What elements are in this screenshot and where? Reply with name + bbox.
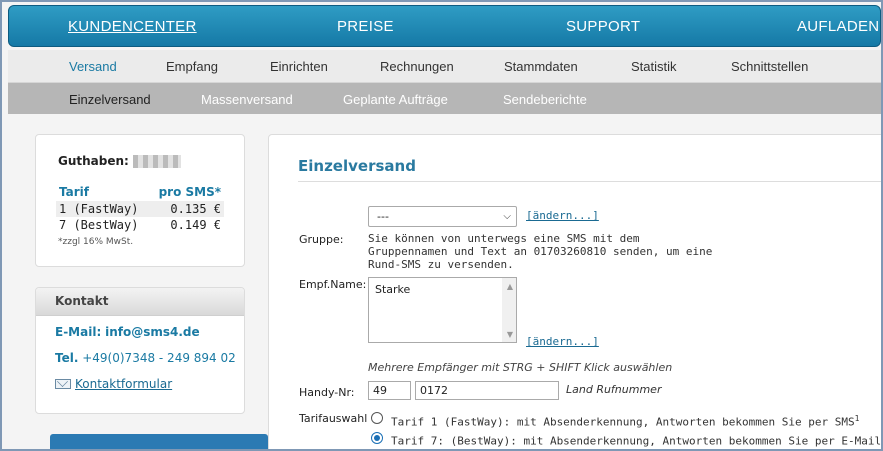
gruppe-help-text: Sie können von unterwegs eine SMS mit de… xyxy=(368,232,713,271)
guthaben-value-redacted xyxy=(133,155,181,168)
tel-number: +49(0)7348 - 249 894 02 xyxy=(82,351,236,365)
kontaktformular-link[interactable]: Kontaktformular xyxy=(75,377,172,391)
page-title: Einzelversand xyxy=(298,157,416,175)
nav-aufladen[interactable]: AUFLADEN xyxy=(797,18,879,35)
tab-einzelversand[interactable]: Einzelversand xyxy=(69,92,151,107)
einzelversand-panel: Einzelversand --- ⌵ [ändern...] Gruppe: … xyxy=(268,134,883,449)
tarif-name: 7 (BestWay) xyxy=(59,218,139,232)
subnav-schnittstellen[interactable]: Schnittstellen xyxy=(731,59,808,74)
tarif-7-radio[interactable] xyxy=(371,432,383,444)
title-divider xyxy=(298,181,881,182)
browser-frame: KUNDENCENTER PREISE SUPPORT AUFLADEN Ver… xyxy=(0,0,883,451)
kontakt-tel-line: Tel. +49(0)7348 - 249 894 02 xyxy=(55,351,236,365)
table-header-row: Tarif pro SMS* xyxy=(56,185,224,201)
scroll-down-icon[interactable]: ▼ xyxy=(507,330,513,339)
sidebar-blue-button[interactable] xyxy=(50,434,268,449)
tel-label: Tel. xyxy=(55,351,79,365)
tarif-7-text: Tarif 7: (BestWay): mit Absenderkennung,… xyxy=(391,434,883,448)
tarif-price: 0.135 € xyxy=(149,201,224,217)
handy-nr-label: Handy-Nr: xyxy=(299,386,355,399)
subnav-empfang[interactable]: Empfang xyxy=(166,59,218,74)
subnav-einrichten[interactable]: Einrichten xyxy=(270,59,328,74)
nav-preise[interactable]: PREISE xyxy=(337,18,394,35)
envelope-icon xyxy=(55,379,71,389)
subnav-rechnungen[interactable]: Rechnungen xyxy=(380,59,454,74)
kontakt-box: Kontakt E-Mail: info@sms4.de Tel. +49(0)… xyxy=(35,287,245,414)
kontakt-title: Kontakt xyxy=(55,294,109,308)
phone-number-input[interactable]: 0172 xyxy=(415,381,559,400)
subnav-statistik[interactable]: Statistik xyxy=(631,59,677,74)
nav-kundencenter[interactable]: KUNDENCENTER xyxy=(68,18,197,35)
tarif-1-radio[interactable] xyxy=(371,412,383,424)
table-row: 7 (BestWay) 0.149 € xyxy=(56,217,224,233)
gruppe-change-link[interactable]: [ändern...] xyxy=(526,209,599,222)
table-header-price: pro SMS* xyxy=(158,185,221,199)
tab-massenversand[interactable]: Massenversand xyxy=(201,92,293,107)
kontakt-email-line: E-Mail: info@sms4.de xyxy=(55,325,200,339)
tarif-1-text: Tarif 1 (FastWay): mit Absenderkennung, … xyxy=(391,414,860,429)
subnav-stammdaten[interactable]: Stammdaten xyxy=(504,59,578,74)
nav-support[interactable]: SUPPORT xyxy=(566,18,640,35)
gruppe-select-value: --- xyxy=(377,210,389,223)
land-rufnummer-hint: Land Rufnummer xyxy=(566,383,662,396)
tarifauswahl-label: Tarifauswahl xyxy=(299,412,368,425)
tarif-name: 1 (FastWay) xyxy=(56,201,150,217)
kontakt-header: Kontakt xyxy=(36,288,244,316)
top-navigation: KUNDENCENTER PREISE SUPPORT AUFLADEN xyxy=(8,5,881,47)
guthaben-box: Guthaben: Tarif pro SMS* 1 (FastWay) 0.1… xyxy=(35,134,245,267)
email-link[interactable]: info@sms4.de xyxy=(105,325,200,339)
table-row: 1 (FastWay) 0.135 € xyxy=(56,201,224,217)
phone-number-value: 0172 xyxy=(420,384,448,397)
gruppe-select[interactable]: --- ⌵ xyxy=(368,206,517,227)
sub-navigation: Versand Empfang Einrichten Rechnungen St… xyxy=(8,50,881,83)
tab-geplante-auftraege[interactable]: Geplante Aufträge xyxy=(343,92,448,107)
recipient-listbox[interactable]: Starke ▲ ▼ xyxy=(368,277,517,343)
guthaben-label: Guthaben: xyxy=(58,154,129,168)
country-code-input[interactable]: 49 xyxy=(368,381,411,400)
tarif-price: 0.149 € xyxy=(170,218,221,232)
tarif-table: Tarif pro SMS* 1 (FastWay) 0.135 € 7 (Be… xyxy=(56,185,224,233)
table-header-tarif: Tarif xyxy=(59,185,89,199)
subnav-versand[interactable]: Versand xyxy=(69,59,117,74)
scroll-up-icon[interactable]: ▲ xyxy=(507,282,513,291)
vat-note: *zzgl 16% MwSt. xyxy=(58,237,134,247)
empf-change-link[interactable]: [ändern...] xyxy=(526,335,599,348)
empf-name-label: Empf.Name: xyxy=(299,278,367,291)
gruppe-label: Gruppe: xyxy=(299,233,344,246)
multi-select-hint: Mehrere Empfänger mit STRG + SHIFT Klick… xyxy=(368,361,673,374)
country-code-value: 49 xyxy=(373,384,387,397)
email-label: E-Mail: xyxy=(55,325,102,339)
chevron-down-icon: ⌵ xyxy=(503,211,511,222)
tab-sendeberichte[interactable]: Sendeberichte xyxy=(503,92,587,107)
versand-tabs: Einzelversand Massenversand Geplante Auf… xyxy=(8,83,881,114)
recipient-option[interactable]: Starke xyxy=(375,283,410,296)
